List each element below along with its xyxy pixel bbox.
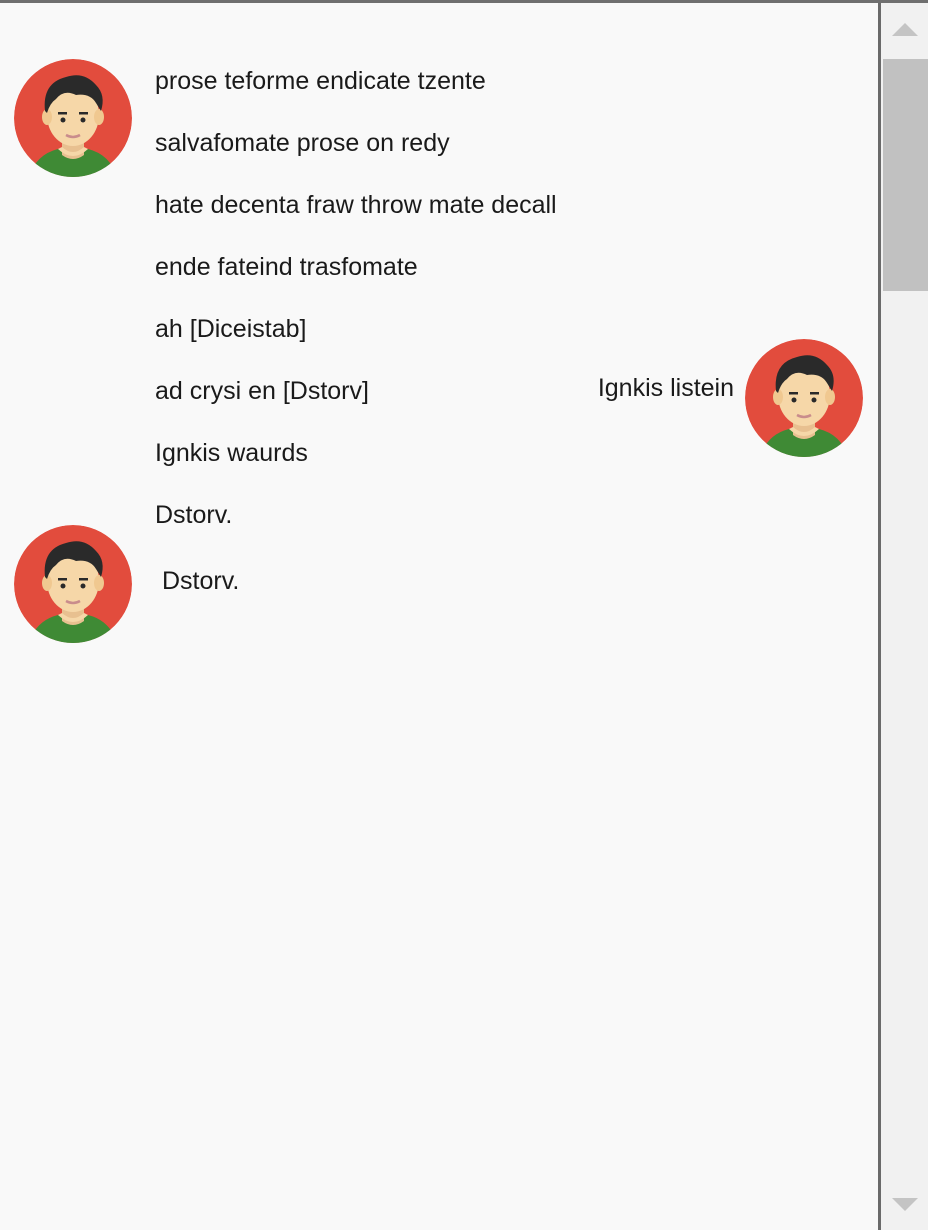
user-avatar-icon[interactable] <box>745 339 863 457</box>
scroll-down-button[interactable] <box>881 1178 928 1230</box>
scroll-up-button[interactable] <box>881 3 928 55</box>
message-line: ende fateind trasfomate <box>155 253 418 281</box>
message-received: Dstorv. <box>0 508 878 658</box>
scroll-down-arrow-icon <box>891 1198 918 1211</box>
user-avatar-icon[interactable] <box>14 59 132 177</box>
message-received: prose teforme endicate tzente salvafomat… <box>0 3 878 529</box>
message-text: prose teforme endicate tzente salvafomat… <box>155 35 557 562</box>
vertical-scrollbar[interactable] <box>881 3 928 1230</box>
chat-message-list[interactable]: prose teforme endicate tzente salvafomat… <box>0 3 878 1230</box>
message-line: salvafomate prose on redy <box>155 129 450 157</box>
message-line: prose teforme endicate tzente <box>155 67 486 95</box>
message-text: Dstorv. <box>162 535 239 628</box>
user-avatar-icon[interactable] <box>14 525 132 643</box>
message-line: Ignkis listein <box>597 374 734 402</box>
chat-window: prose teforme endicate tzente salvafomat… <box>0 0 928 1230</box>
scroll-up-arrow-icon <box>891 23 918 36</box>
message-line: Dstorv. <box>162 567 240 595</box>
message-line: hate decenta fraw throw mate decall <box>155 191 557 219</box>
message-sent: Ignkis listein <box>0 323 878 473</box>
message-text: Ignkis listein <box>598 342 734 435</box>
scrollbar-thumb[interactable] <box>883 59 928 291</box>
